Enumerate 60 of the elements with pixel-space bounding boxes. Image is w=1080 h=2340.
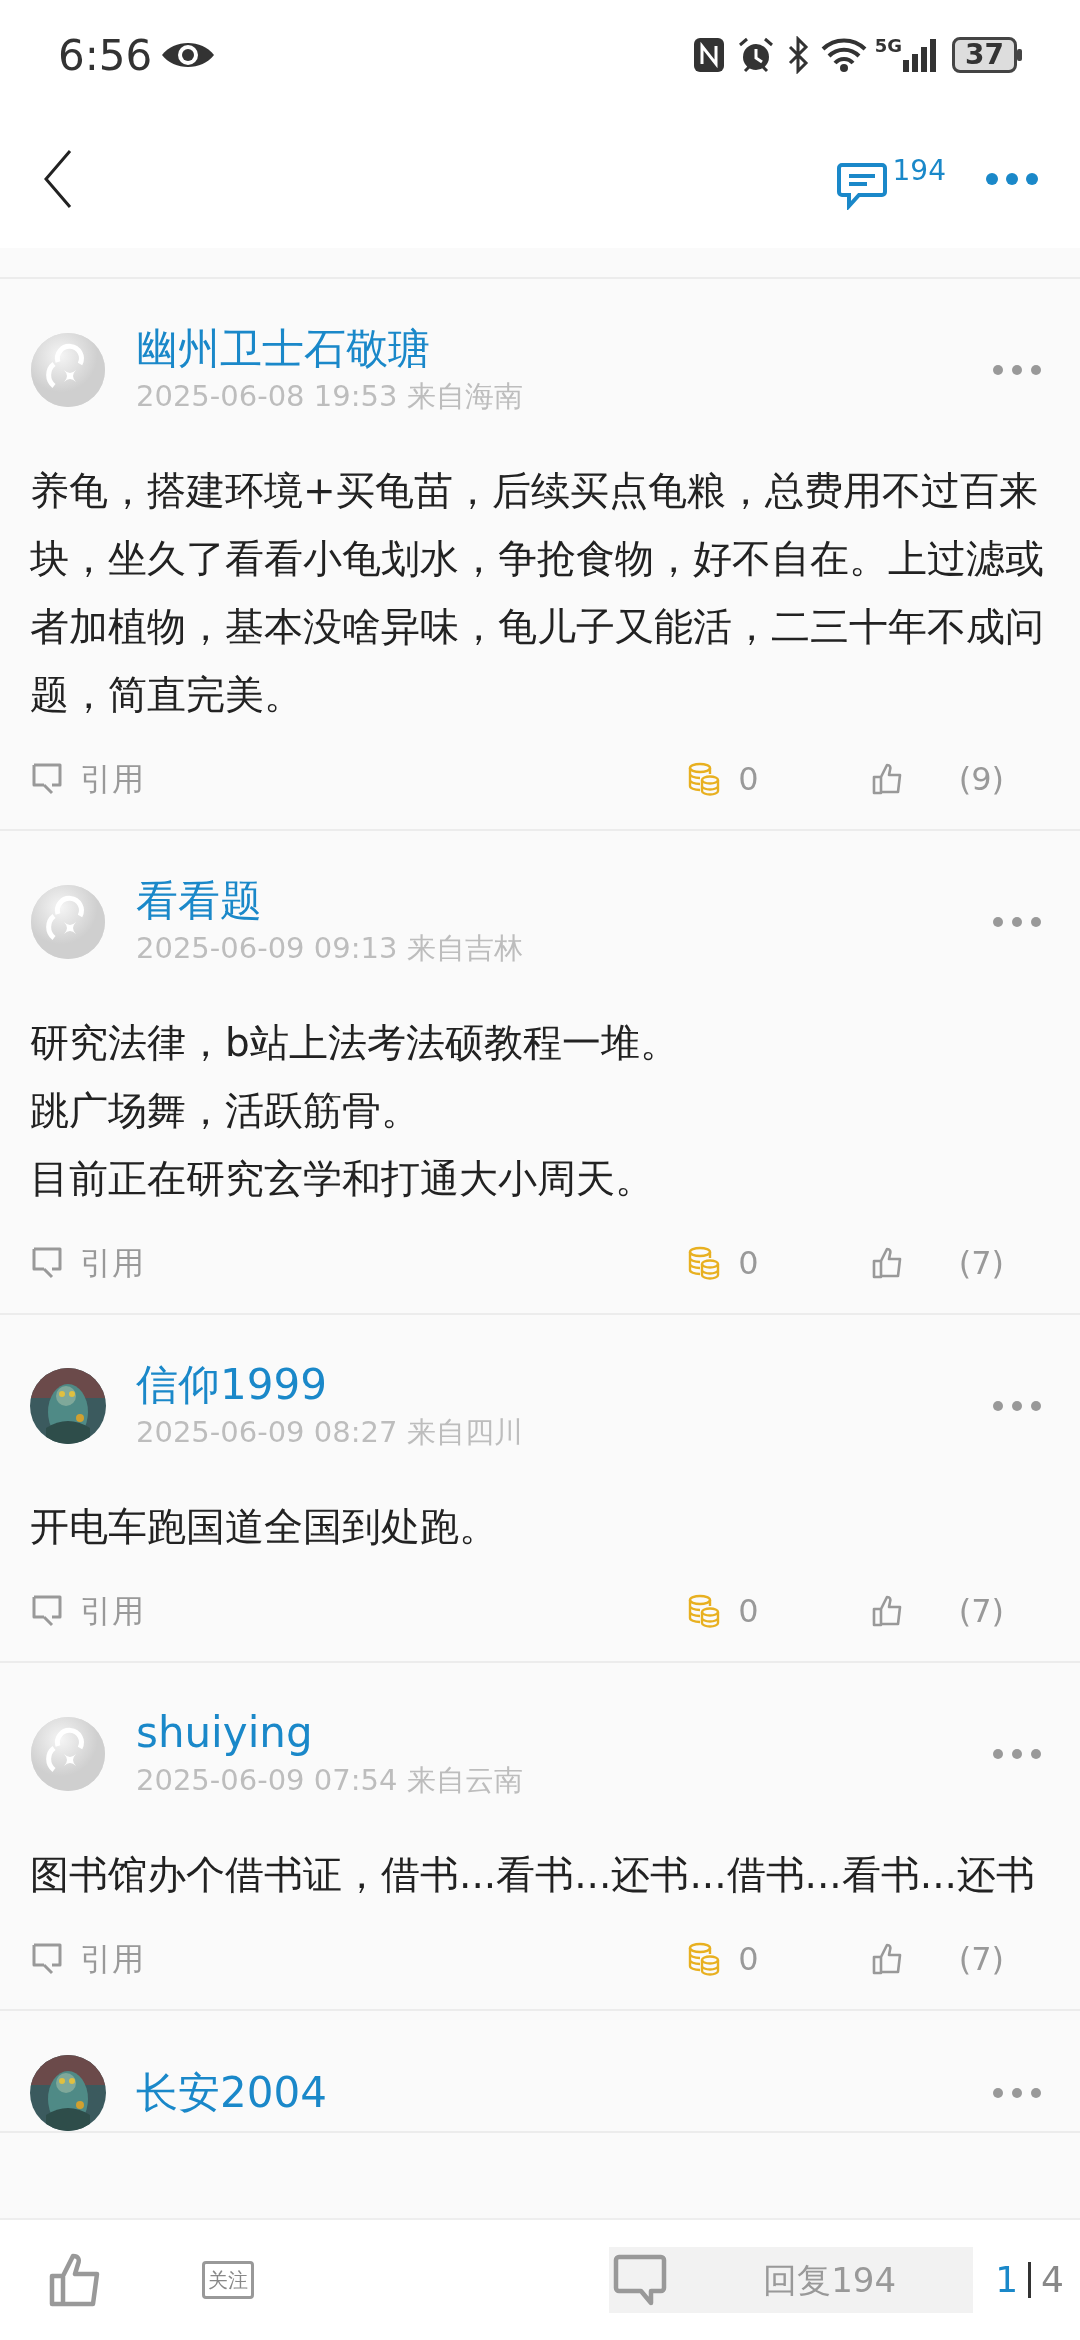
author-name[interactable]: 长安2004 <box>136 2067 992 2119</box>
more-icon[interactable] <box>992 1748 1042 1760</box>
like-count: (9) <box>958 759 1004 800</box>
post-text: 目前正在研究玄学和打通大小周天。 <box>30 1155 655 1203</box>
more-icon[interactable] <box>992 916 1042 928</box>
reply-count: 194 <box>892 153 946 189</box>
more-icon[interactable] <box>992 2087 1042 2099</box>
author-name[interactable]: 幽州卫士石敬瑭 <box>136 323 992 375</box>
author-name[interactable]: 信仰1999 <box>136 1359 992 1411</box>
post-text: 图书馆办个借书证，借书...看书...还书...借书...看书...还书 <box>30 1851 1036 1899</box>
quote-icon[interactable] <box>30 762 64 796</box>
coin-count: 0 <box>738 759 759 800</box>
coin-count: 0 <box>738 1243 759 1284</box>
more-icon[interactable] <box>992 1400 1042 1412</box>
comment-icon <box>613 2253 668 2307</box>
battery-level: 37 <box>952 37 1017 73</box>
clock-time: 6:56 <box>58 29 153 82</box>
coins-icon[interactable] <box>688 1246 721 1280</box>
quote-link[interactable]: 引用 <box>80 1587 144 1635</box>
nfc-icon <box>692 37 725 73</box>
battery-tip-icon <box>1017 49 1022 61</box>
quote-icon[interactable] <box>30 1942 64 1976</box>
more-icon[interactable] <box>984 171 1040 187</box>
quote-icon[interactable] <box>30 1246 64 1280</box>
avatar-icon <box>30 332 106 408</box>
page-total: 4 <box>1041 2258 1064 2302</box>
post-date: 2025-06-08 19:53 来自海南 <box>136 378 524 415</box>
avatar-icon <box>30 884 106 960</box>
alarm-icon <box>736 36 775 74</box>
avatar-icon <box>30 1716 106 1792</box>
page-current[interactable]: 1 <box>995 2253 1019 2307</box>
more-icon[interactable] <box>992 364 1042 376</box>
post-date: 2025-06-09 08:27 来自四川 <box>136 1414 524 1451</box>
post-text: 养龟，搭建环境+买龟苗，后续买点龟粮，总费用不过百来块，坐久了看看小龟划水，争抢食物，好不自在。上过滤或者加植物，基本没啥异味，龟儿子又能活，二三十年不成问题，简直完美。 <box>30 467 1045 719</box>
bluetooth-icon <box>786 36 809 74</box>
coins-icon[interactable] <box>688 762 721 796</box>
wifi-icon <box>820 37 867 73</box>
post-text: 跳广场舞，活跃筋骨。 <box>30 1087 421 1135</box>
like-count: (7) <box>958 1939 1004 1980</box>
quote-link[interactable]: 引用 <box>80 1935 144 1983</box>
network-type: 5G <box>874 34 903 58</box>
quote-link[interactable]: 引用 <box>80 1239 144 1287</box>
reply-field[interactable]: 回复194 <box>609 2247 974 2313</box>
author-name[interactable]: 看看题 <box>136 875 992 927</box>
post-text: 开电车跑国道全国到处跑。 <box>30 1503 499 1551</box>
post-date: 2025-06-09 09:13 来自吉林 <box>136 930 524 967</box>
quote-link[interactable]: 引用 <box>80 755 144 803</box>
like-count: (7) <box>958 1243 1004 1284</box>
coin-count: 0 <box>738 1939 759 1980</box>
like-count: (7) <box>958 1591 1004 1632</box>
post-text: 研究法律，b站上法考法硕教程一堆。 <box>30 1019 680 1067</box>
comment-icon[interactable] <box>836 162 887 210</box>
quote-icon[interactable] <box>30 1594 64 1628</box>
follow-button[interactable]: 关注 <box>202 2261 254 2299</box>
coin-count: 0 <box>738 1591 759 1632</box>
signal-icon <box>902 38 939 72</box>
post-date: 2025-06-09 07:54 来自云南 <box>136 1762 524 1799</box>
coins-icon[interactable] <box>688 1942 721 1976</box>
author-name[interactable]: shuiying <box>136 1707 992 1759</box>
coins-icon[interactable] <box>688 1594 721 1628</box>
